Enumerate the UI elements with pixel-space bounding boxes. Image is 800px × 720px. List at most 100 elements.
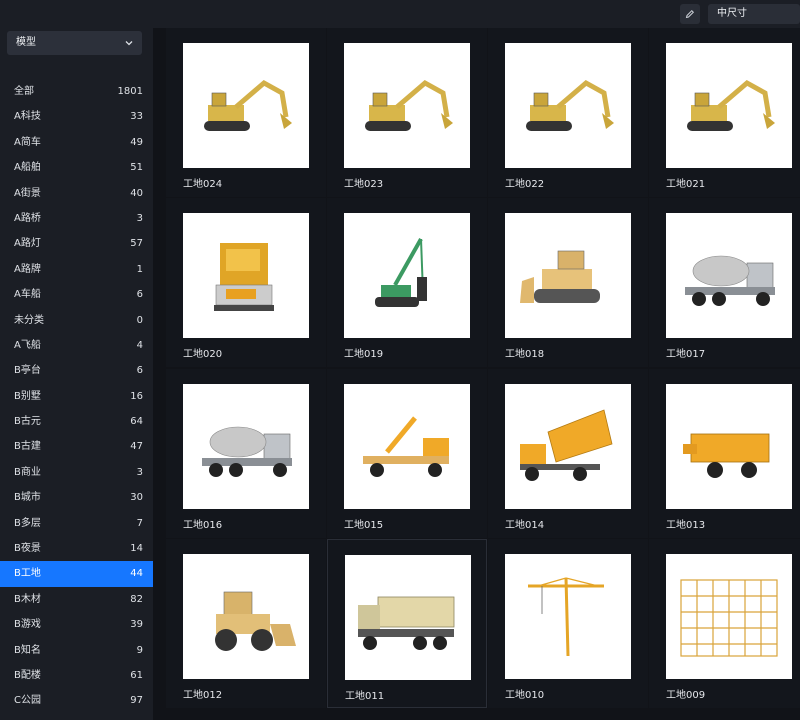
model-name: 工地023	[344, 179, 384, 190]
sidebar-item-label: 未分类	[14, 314, 44, 326]
model-card[interactable]: 工地015	[327, 369, 487, 538]
size-dropdown[interactable]: 中尺寸	[708, 4, 800, 24]
sidebar-item[interactable]: B多层 7	[0, 511, 153, 536]
dump-truck-icon	[520, 408, 613, 481]
model-card[interactable]: 工地016	[166, 369, 326, 538]
sidebar-item-label: A街景	[14, 187, 41, 199]
model-card[interactable]: 工地021	[649, 28, 800, 197]
model-name: 工地019	[344, 349, 384, 360]
model-card[interactable]: 工地022	[488, 28, 648, 197]
model-card[interactable]: 工地010	[488, 539, 648, 708]
top-toolbar: 中尺寸	[0, 0, 800, 28]
sidebar-item[interactable]: A飞船 4	[0, 333, 153, 358]
model-card[interactable]: 工地012	[166, 539, 326, 708]
sidebar-item-count: 39	[130, 619, 143, 631]
sidebar-item-label: C商业	[14, 714, 41, 720]
excavator-icon	[204, 79, 292, 131]
model-name: 工地016	[183, 520, 223, 531]
crane-truck-icon	[363, 415, 449, 477]
model-thumbnail[interactable]	[183, 43, 309, 168]
sidebar-item[interactable]: B城市 30	[0, 485, 153, 510]
sidebar-item-count: 9	[136, 644, 143, 656]
sidebar-item-count: 6	[136, 289, 143, 301]
model-thumbnail[interactable]	[505, 43, 631, 168]
model-thumbnail[interactable]	[183, 554, 309, 679]
model-thumbnail[interactable]	[666, 43, 792, 168]
sidebar-item[interactable]: A车船 6	[0, 282, 153, 307]
model-thumbnail[interactable]	[505, 554, 631, 679]
sidebar-item[interactable]: B游戏 39	[0, 612, 153, 637]
model-thumbnail[interactable]	[344, 43, 470, 168]
model-thumbnail[interactable]	[183, 213, 309, 338]
sidebar-item[interactable]: 未分类 0	[0, 308, 153, 333]
sidebar-item-label: B商业	[14, 466, 41, 478]
machine-icon	[214, 242, 274, 311]
sidebar-item[interactable]: A简车 49	[0, 130, 153, 155]
sidebar-item[interactable]: C公园 97	[0, 688, 153, 713]
model-name: 工地021	[666, 179, 706, 190]
sidebar-item-count: 0	[136, 314, 143, 326]
sidebar-item-count: 7	[136, 517, 143, 529]
sidebar-item-label: A车船	[14, 289, 41, 301]
edit-button[interactable]	[680, 4, 700, 24]
model-thumbnail[interactable]	[344, 384, 470, 509]
model-card[interactable]: 工地011	[327, 539, 487, 708]
model-card[interactable]: 工地019	[327, 198, 487, 367]
model-card[interactable]: 工地013	[649, 369, 800, 538]
sidebar-item-count: 1	[136, 263, 143, 275]
model-card[interactable]: 工地009	[649, 539, 800, 708]
sidebar-item[interactable]: B古元 64	[0, 409, 153, 434]
sidebar-item-count: 40	[130, 187, 143, 199]
model-card[interactable]: 工地018	[488, 198, 648, 367]
sidebar-item[interactable]: A船舶 51	[0, 155, 153, 180]
sidebar-item[interactable]: A路牌 1	[0, 257, 153, 282]
sidebar-item-label: A船舶	[14, 162, 41, 174]
sidebar-item[interactable]: B夜景 14	[0, 536, 153, 561]
sidebar-item[interactable]: A路灯 57	[0, 231, 153, 256]
sidebar-item[interactable]: B商业 3	[0, 460, 153, 485]
model-card[interactable]: 工地020	[166, 198, 326, 367]
pump-trailer-icon	[683, 433, 770, 478]
model-thumbnail[interactable]	[344, 213, 470, 338]
chevron-down-icon	[125, 41, 133, 46]
model-name: 工地014	[505, 520, 545, 531]
model-card[interactable]: 工地023	[327, 28, 487, 197]
sidebar-item-label: A飞船	[14, 339, 41, 351]
model-thumbnail[interactable]	[666, 384, 792, 509]
sidebar-item-count: 60	[130, 714, 143, 720]
sidebar-item[interactable]: B亭台 6	[0, 358, 153, 383]
model-card[interactable]: 工地024	[166, 28, 326, 197]
model-thumbnail[interactable]	[666, 554, 792, 679]
sidebar-item[interactable]: C商业 60	[0, 714, 153, 720]
sidebar-item-label: B城市	[14, 492, 41, 504]
sidebar-item[interactable]: B古建 47	[0, 434, 153, 459]
sidebar-item-count: 16	[130, 390, 143, 402]
sidebar-item-label: A路桥	[14, 212, 41, 224]
sidebar-item[interactable]: 全部 1801	[0, 79, 153, 104]
model-card[interactable]: 工地017	[649, 198, 800, 367]
model-name: 工地022	[505, 179, 545, 190]
excavator-icon	[526, 79, 614, 131]
sidebar-item[interactable]: B别墅 16	[0, 384, 153, 409]
model-thumbnail[interactable]	[666, 213, 792, 338]
sidebar-item[interactable]: A街景 40	[0, 181, 153, 206]
sidebar-item-count: 3	[136, 466, 143, 478]
model-thumbnail[interactable]	[183, 384, 309, 509]
sidebar-item[interactable]: A科技 33	[0, 104, 153, 129]
sidebar-item-count: 3	[136, 212, 143, 224]
sidebar-item[interactable]: A路桥 3	[0, 206, 153, 231]
sidebar-item[interactable]: B知名 9	[0, 638, 153, 663]
sidebar-item[interactable]: B木材 82	[0, 587, 153, 612]
pencil-icon	[685, 9, 695, 19]
model-card[interactable]: 工地014	[488, 369, 648, 538]
model-thumbnail[interactable]	[345, 555, 471, 680]
sidebar-item-label: B配楼	[14, 669, 41, 681]
sidebar-item[interactable]: B配楼 61	[0, 663, 153, 688]
model-thumbnail[interactable]	[505, 213, 631, 338]
category-dropdown[interactable]: 模型	[7, 31, 142, 55]
sidebar-item[interactable]: B工地 44	[0, 561, 153, 587]
excavator-icon	[687, 79, 775, 131]
sidebar-item-label: A科技	[14, 111, 41, 123]
sidebar-item-label: B多层	[14, 517, 41, 529]
model-thumbnail[interactable]	[505, 384, 631, 509]
